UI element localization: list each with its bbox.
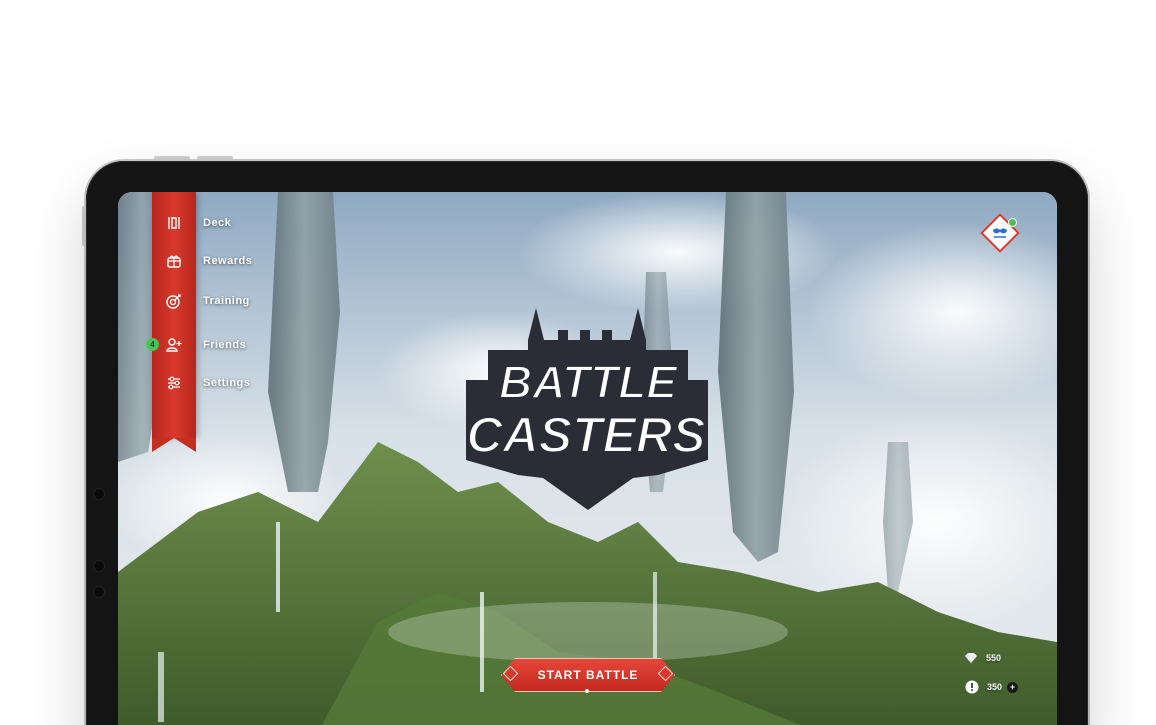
menu-item-label: Friends [203, 339, 247, 351]
volume-down-hardware-button [197, 156, 233, 160]
mask-icon [993, 228, 1007, 238]
cards-icon [152, 209, 196, 237]
menu-ribbon-tail [152, 438, 196, 452]
menu-item-label: Rewards [203, 255, 253, 267]
start-battle-label: START BATTLE [537, 668, 639, 682]
coin-balance: 350 + [965, 680, 1019, 694]
camera-lens [93, 488, 105, 500]
gem-balance: 550 [964, 651, 1001, 665]
menu-item-label: Settings [203, 377, 251, 389]
menu-item-settings[interactable]: Settings [152, 369, 282, 397]
target-icon [152, 287, 196, 315]
coin-amount: 350 [987, 682, 1003, 692]
menu-item-rewards[interactable]: Rewards [152, 247, 282, 275]
logo-line-1: BATTLE [499, 356, 678, 408]
menu-item-friends[interactable]: Friends [152, 331, 282, 359]
add-user-icon [152, 331, 196, 359]
page: Deck Rewards Training 4 Friends Settings [0, 0, 1156, 725]
camera-lens [93, 586, 105, 598]
camera-lens [93, 560, 105, 572]
add-coins-button[interactable]: + [1007, 681, 1019, 693]
gem-icon [964, 651, 978, 665]
online-status-dot [1008, 218, 1017, 227]
menu-item-label: Training [203, 295, 250, 307]
menu-item-label: Deck [203, 217, 232, 229]
battle-casters-logo: BATTLE CASTERS [466, 308, 708, 510]
button-ornament-dot [585, 689, 589, 693]
profile-button[interactable] [980, 213, 1020, 253]
gem-amount: 550 [986, 653, 1002, 663]
menu-item-deck[interactable]: Deck [152, 209, 282, 237]
coin-icon [965, 680, 979, 694]
menu-item-training[interactable]: Training [152, 287, 282, 315]
start-battle-button[interactable]: START BATTLE [501, 658, 675, 692]
volume-up-hardware-button [154, 156, 190, 160]
logo-line-2: CASTERS [467, 407, 706, 463]
sliders-icon [152, 369, 196, 397]
game-screen: Deck Rewards Training 4 Friends Settings [118, 192, 1057, 725]
gift-icon [152, 247, 196, 275]
